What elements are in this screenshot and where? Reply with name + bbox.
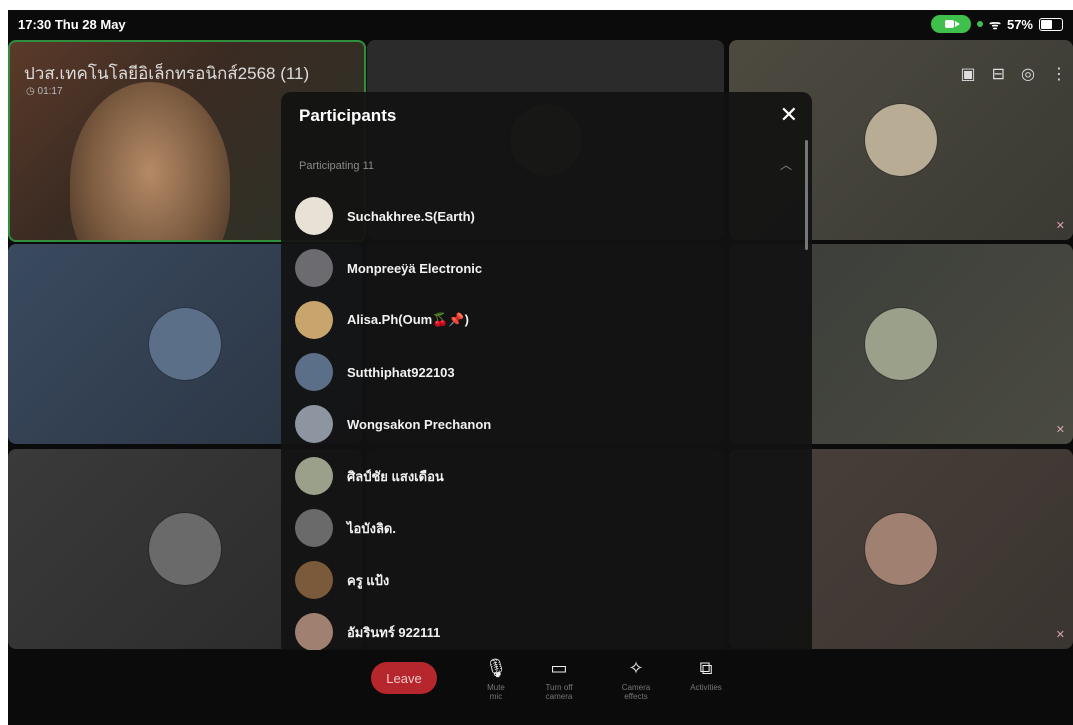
participant-row[interactable]: อัมรินทร์ 922111 bbox=[295, 606, 775, 652]
wifi-icon: ᯤ bbox=[989, 17, 1001, 32]
turn-off-camera-button[interactable]: ▭ Turn off camera bbox=[531, 658, 587, 701]
battery-percent: 57% bbox=[1006, 16, 1033, 32]
participant-row[interactable]: ไอบังลิด. bbox=[295, 502, 775, 554]
participant-avatar bbox=[295, 457, 333, 495]
screen: 17:30 Thu 28 May ᯤ 57% ปวส.เทคโนโลยีอิเล… bbox=[8, 10, 1073, 725]
participant-row[interactable]: Suchakhree.S(Earth) bbox=[295, 190, 775, 242]
mic-off-icon: ✕ bbox=[1055, 220, 1065, 232]
meeting-title: ปวส.เทคโนโลยีอิเล็กทรอนิกส์2568 (11) bbox=[24, 64, 310, 83]
participant-row[interactable]: Alisa.Ph(Oum🍒📌) bbox=[295, 294, 775, 346]
microphone-icon: 🎙 bbox=[484, 658, 508, 678]
participant-row[interactable]: Wongsakon Prechanon bbox=[295, 398, 775, 450]
section-label: Participating 11 bbox=[299, 160, 375, 172]
participant-avatar bbox=[149, 513, 221, 585]
participant-name: Wongsakon Prechanon bbox=[347, 416, 492, 432]
participant-name: Suchakhree.S(Earth) bbox=[347, 208, 475, 224]
participant-avatar bbox=[295, 197, 333, 235]
status-bar: 17:30 Thu 28 May ᯤ 57% bbox=[8, 10, 1073, 38]
top-toolbar: ▣ ⊟ ◎ ⋮ bbox=[961, 64, 1068, 84]
participant-name: ครู แป้ง bbox=[347, 572, 390, 588]
participant-avatar bbox=[295, 353, 333, 391]
scrollbar[interactable] bbox=[805, 140, 808, 250]
participant-name: ไอบังลิด. bbox=[347, 520, 396, 536]
participants-panel: Participants ✕ Participating 11 ︿ Suchak… bbox=[281, 92, 812, 652]
activities-icon: ⧉ bbox=[699, 658, 713, 678]
leave-button[interactable]: Leave bbox=[371, 662, 437, 694]
participant-row[interactable]: Sutthiphat922103 bbox=[295, 346, 775, 398]
picture-in-picture-icon[interactable]: ▣ bbox=[961, 64, 976, 84]
camera-in-use-icon bbox=[931, 15, 972, 33]
participant-avatar bbox=[295, 301, 333, 339]
video-camera-icon: ▭ bbox=[550, 658, 568, 678]
mic-off-icon: ✕ bbox=[1055, 424, 1065, 436]
close-icon[interactable]: ✕ bbox=[780, 102, 798, 128]
mic-off-icon: ✕ bbox=[1055, 629, 1065, 641]
participant-name: อัมรินทร์ 922111 bbox=[347, 624, 441, 640]
panel-title: Participants bbox=[299, 106, 397, 125]
participant-row[interactable]: ครู แป้ง bbox=[295, 554, 775, 606]
turn-off-camera-label: Turn off camera bbox=[545, 683, 573, 701]
participant-avatar bbox=[295, 405, 333, 443]
participant-name: ศิลป์ชัย แสงเดือน bbox=[347, 468, 444, 484]
status-time: 17:30 Thu 28 May bbox=[18, 17, 126, 32]
switch-camera-icon[interactable]: ◎ bbox=[1021, 64, 1035, 84]
participant-name: Sutthiphat922103 bbox=[347, 364, 455, 380]
participant-row[interactable]: ศิลป์ชัย แสงเดือน bbox=[295, 450, 775, 502]
privacy-dot-icon bbox=[977, 21, 984, 27]
participant-avatar bbox=[865, 513, 937, 585]
participant-avatar bbox=[865, 104, 937, 176]
participant-avatar bbox=[865, 308, 937, 380]
camera-effects-button[interactable]: ✧ Camera effects bbox=[608, 658, 664, 701]
participant-avatar bbox=[295, 509, 333, 547]
participant-name: Alisa.Ph(Oum🍒📌) bbox=[347, 312, 469, 327]
battery-icon bbox=[1039, 17, 1063, 31]
participant-list: Suchakhree.S(Earth) Monpreeÿä Electronic A… bbox=[295, 190, 775, 652]
activities-button[interactable]: ⧉ Activities bbox=[678, 658, 734, 692]
mute-mic-label: Mute mic bbox=[487, 683, 505, 701]
camera-effects-label: Camera effects bbox=[621, 683, 651, 701]
self-video-face bbox=[70, 82, 230, 240]
more-icon[interactable]: ⋮ bbox=[1051, 64, 1067, 84]
mute-mic-button[interactable]: 🎙 Mute mic bbox=[468, 658, 524, 701]
meeting-timer: ◷ 01:17 bbox=[26, 86, 63, 97]
participant-name: Monpreeÿä Electronic bbox=[347, 260, 483, 276]
bottom-controls: Leave 🎙 Mute mic ▭ Turn off camera ✧ Cam… bbox=[8, 650, 1073, 725]
layout-icon[interactable]: ⊟ bbox=[992, 64, 1005, 84]
participant-avatar bbox=[295, 561, 333, 599]
participant-avatar bbox=[149, 308, 221, 380]
participant-avatar bbox=[295, 613, 333, 651]
participant-row[interactable]: Monpreeÿä Electronic bbox=[295, 242, 775, 294]
sparkle-icon: ✧ bbox=[628, 658, 644, 678]
chevron-up-icon[interactable]: ︿ bbox=[780, 156, 792, 173]
activities-label: Activities bbox=[690, 683, 722, 692]
participant-avatar bbox=[295, 249, 333, 287]
status-right: ᯤ 57% bbox=[931, 15, 1063, 33]
